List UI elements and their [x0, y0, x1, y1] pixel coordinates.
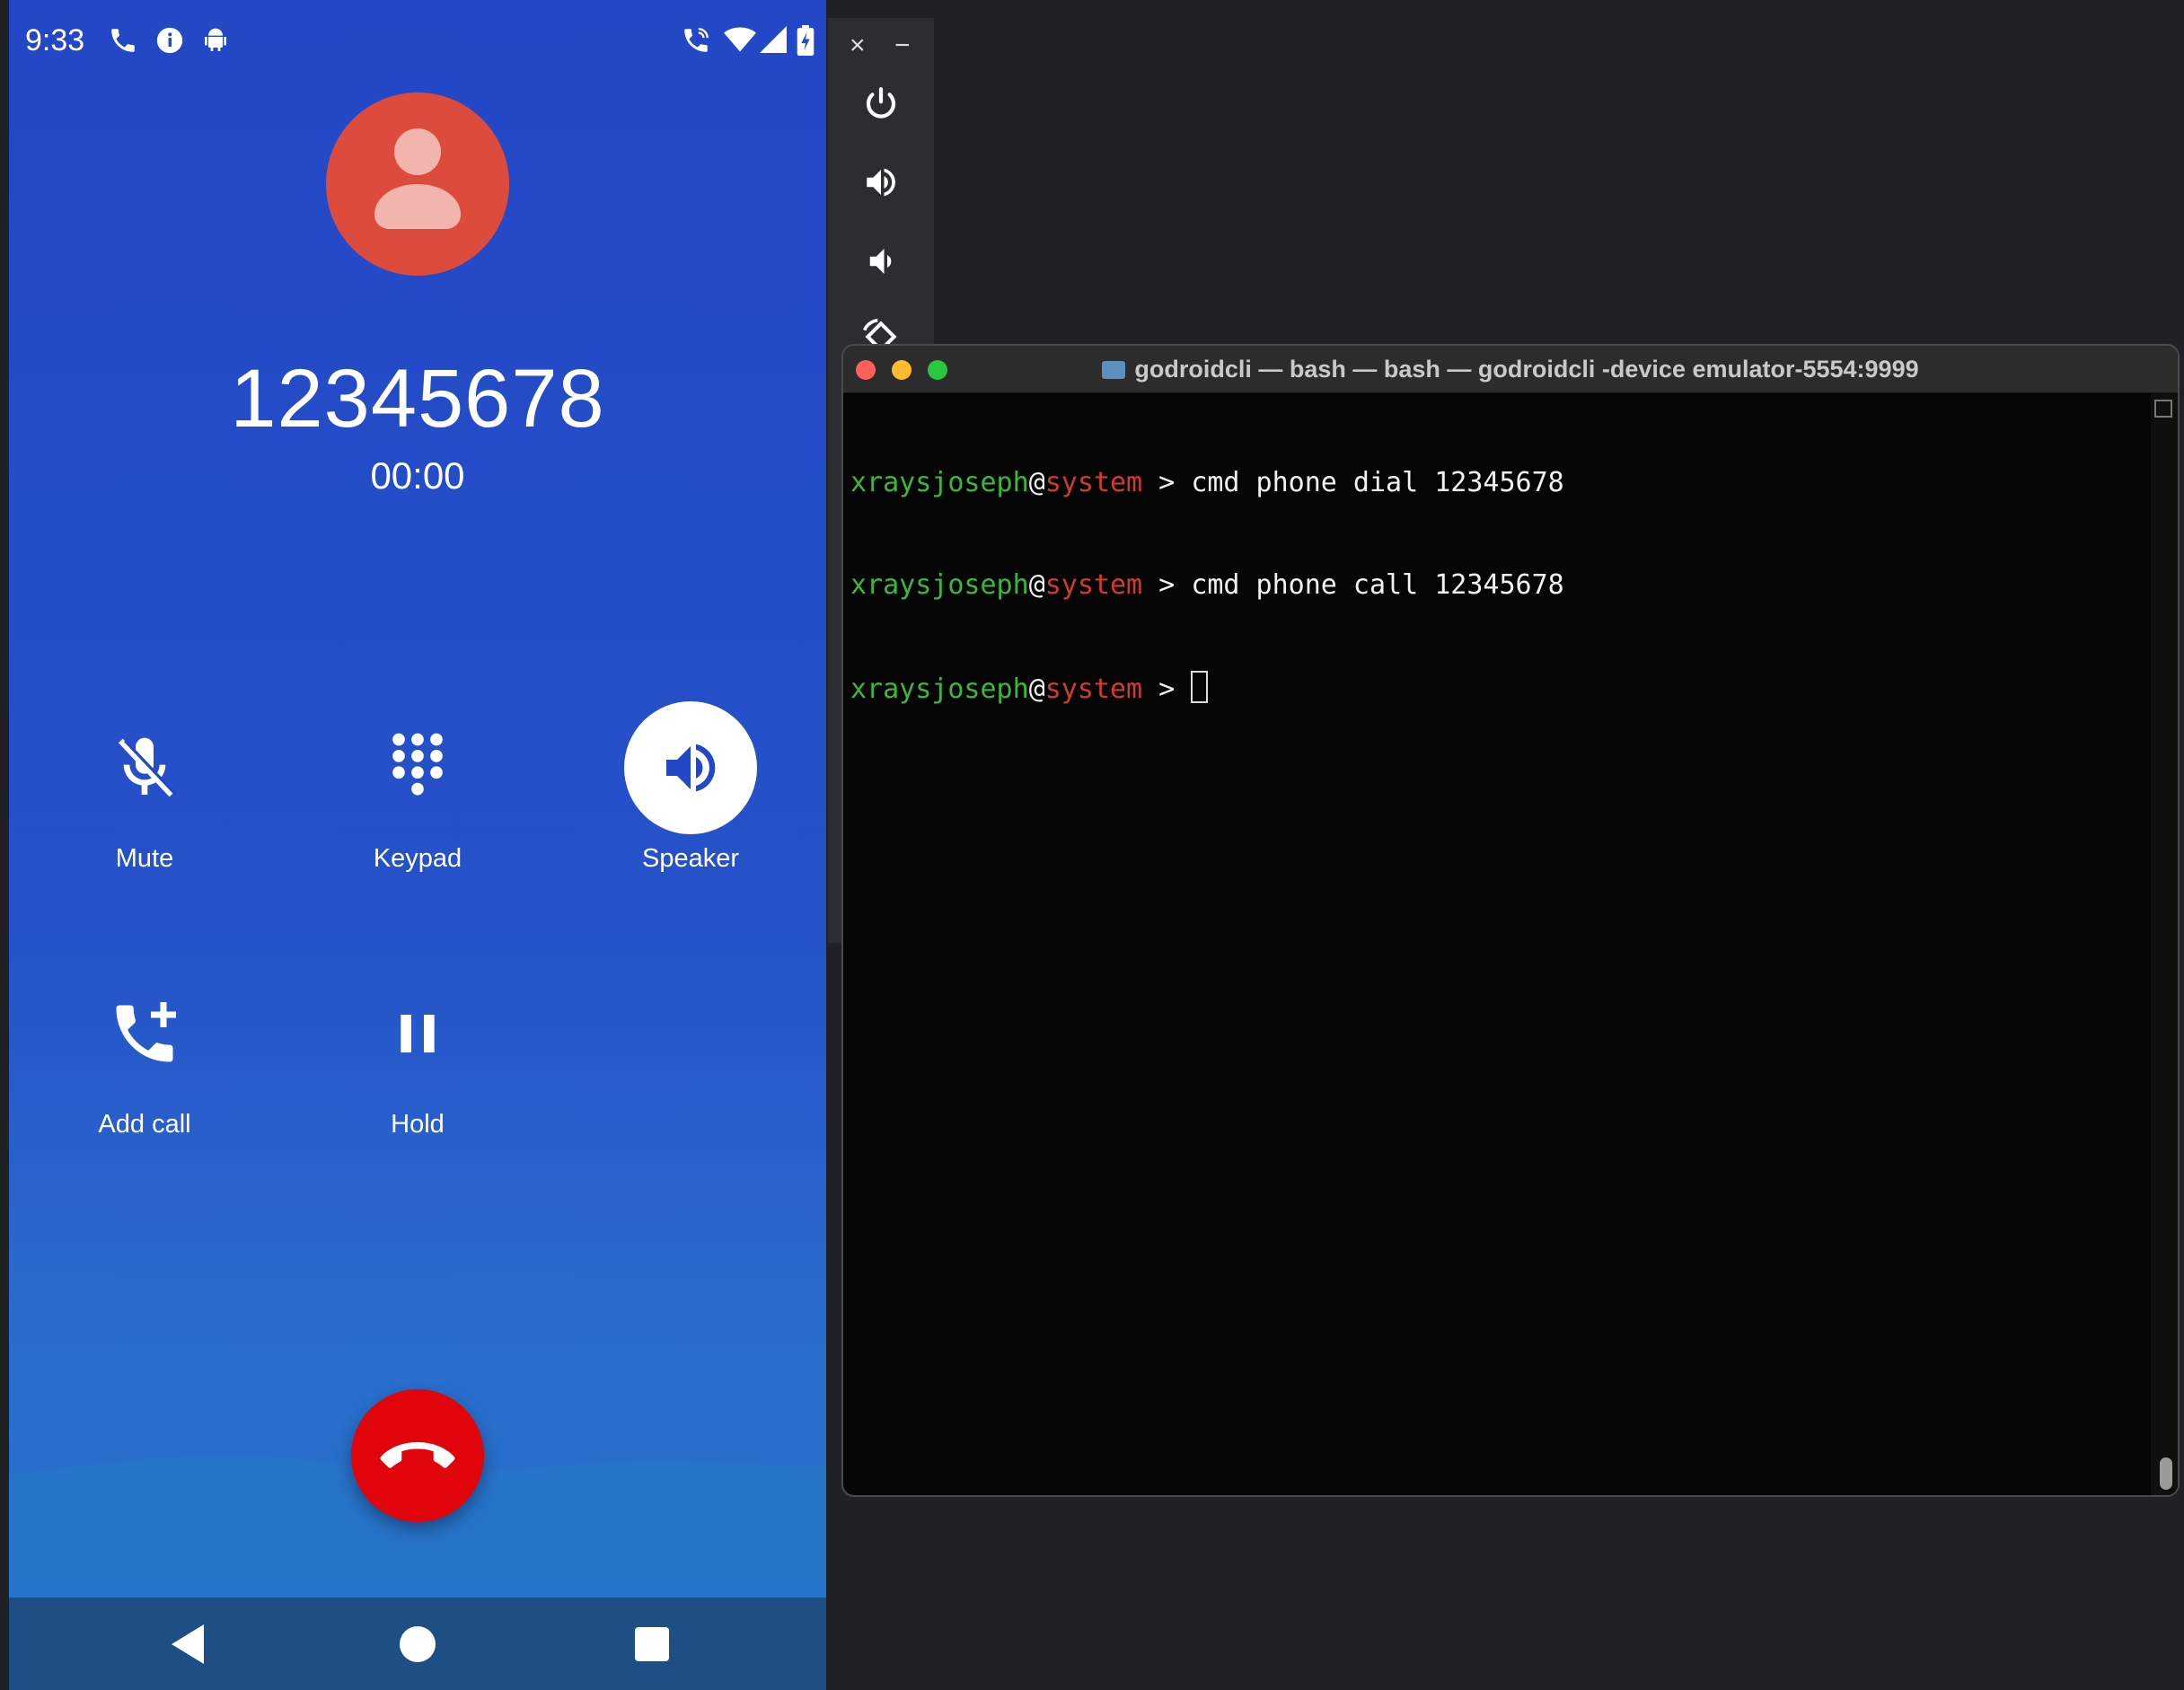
android-icon [201, 25, 230, 60]
recents-square-icon [635, 1626, 669, 1661]
add-call-icon [28, 966, 261, 1101]
home-button[interactable] [364, 1598, 471, 1690]
battery-charging-icon [796, 25, 815, 60]
terminal-window: godroidcli — bash — bash — godroidcli -d… [841, 344, 2180, 1497]
speaker-label: Speaker [641, 844, 739, 873]
status-bar: 9:33 [9, 0, 826, 86]
status-time: 9:33 [25, 23, 85, 57]
minimize-icon[interactable]: − [894, 31, 911, 61]
terminal-cursor [1191, 671, 1209, 703]
terminal-scrollbar[interactable] [2151, 392, 2178, 1495]
split-pane-icon[interactable] [2154, 400, 2172, 418]
add-call-label: Add call [98, 1110, 191, 1139]
terminal-line: xraysjoseph@system > cmd phone dial 1234… [850, 467, 1564, 498]
speaker-button[interactable]: Speaker [574, 700, 807, 874]
mute-button[interactable]: Mute [28, 700, 261, 874]
close-icon[interactable]: × [850, 31, 866, 61]
volume-down-button[interactable] [859, 239, 903, 284]
folder-icon [1102, 361, 1126, 379]
phone-call-icon [108, 25, 138, 60]
back-button[interactable] [136, 1598, 243, 1690]
call-timer: 00:00 [370, 454, 465, 497]
speaker-toggle[interactable] [624, 701, 757, 834]
terminal-line: xraysjoseph@system > cmd phone call 1234… [850, 569, 1564, 601]
power-button[interactable] [859, 81, 903, 126]
navigation-bar [9, 1598, 826, 1690]
volume-up-icon [666, 744, 716, 792]
pause-icon [301, 966, 534, 1101]
scrollbar-thumb[interactable] [2160, 1457, 2172, 1490]
add-call-button[interactable]: Add call [28, 966, 261, 1140]
terminal-title: godroidcli — bash — bash — godroidcli -d… [843, 356, 2178, 383]
hold-button[interactable]: Hold [301, 966, 534, 1140]
keypad-label: Keypad [373, 844, 462, 873]
home-circle-icon [400, 1625, 436, 1662]
call-number: 12345678 [230, 353, 605, 445]
terminal-output[interactable]: xraysjoseph@system > cmd phone dial 1234… [850, 398, 2142, 775]
cell-signal-icon [760, 25, 787, 58]
contact-avatar [326, 92, 509, 276]
back-triangle-icon [172, 1624, 204, 1664]
recents-button[interactable] [598, 1598, 706, 1690]
hangup-icon [380, 1442, 455, 1468]
volume-up-button[interactable] [859, 160, 903, 205]
wifi-calling-icon [681, 25, 711, 60]
wifi-icon [724, 25, 756, 58]
dialpad-icon [301, 700, 534, 835]
power-icon [866, 87, 896, 119]
terminal-line: xraysjoseph@system > [850, 671, 2142, 707]
info-icon [154, 25, 185, 60]
end-call-button[interactable] [351, 1389, 484, 1522]
mute-label: Mute [115, 844, 174, 873]
hold-label: Hold [391, 1110, 445, 1139]
mic-off-icon [28, 700, 261, 835]
phone-screen: 9:33 12345678 00:00 Mute Keypad Speaker … [9, 0, 826, 1690]
volume-down-icon [869, 249, 892, 274]
keypad-button[interactable]: Keypad [301, 700, 534, 874]
person-icon [374, 128, 461, 229]
volume-up-icon [867, 168, 895, 197]
terminal-titlebar: godroidcli — bash — bash — godroidcli -d… [843, 346, 2178, 393]
